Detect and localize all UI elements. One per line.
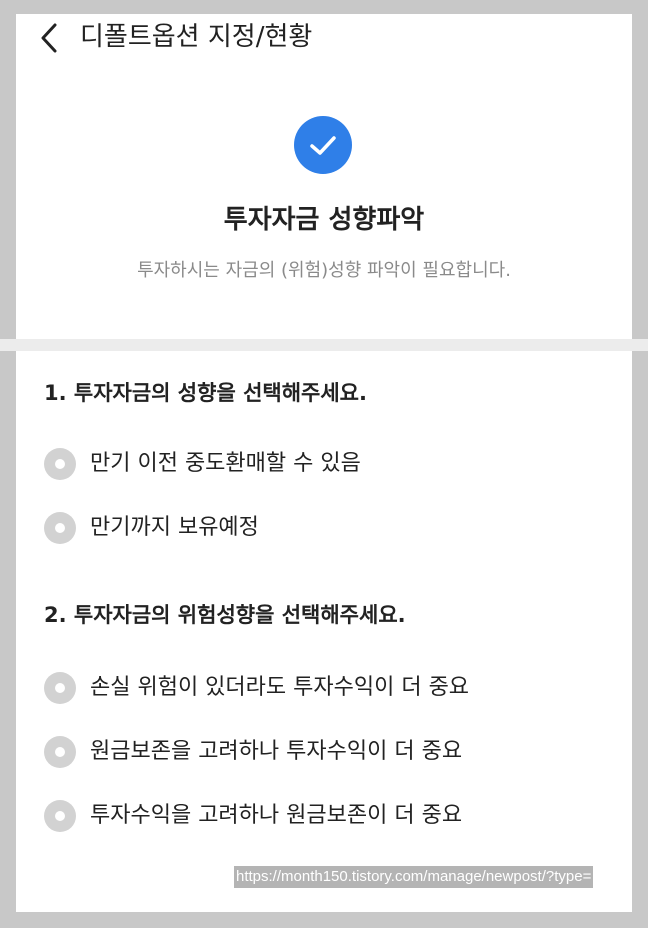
radio-option-label: 손실 위험이 있더라도 투자수익이 더 중요 (90, 675, 470, 700)
radio-unselected-icon[interactable] (44, 800, 76, 832)
radio-unselected-icon[interactable] (44, 512, 76, 544)
radio-option-principal-priority[interactable]: 투자수익을 고려하나 원금보존이 더 중요 (44, 798, 604, 834)
chevron-left-icon (41, 23, 57, 53)
radio-unselected-icon[interactable] (44, 736, 76, 768)
radio-option-return-priority[interactable]: 원금보존을 고려하나 투자수익이 더 중요 (44, 734, 604, 770)
app-screen: 디폴트옵션 지정/현황 투자자금 성향파악 투자하시는 자금의 (위험)성향 파… (0, 14, 648, 912)
radio-option-hold-to-maturity[interactable]: 만기까지 보유예정 (44, 510, 604, 546)
section-description: 투자하시는 자금의 (위험)성향 파악이 필요합니다. (137, 260, 511, 281)
radio-option-return-over-risk[interactable]: 손실 위험이 있더라도 투자수익이 더 중요 (44, 670, 604, 706)
top-navigation-bar: 디폴트옵션 지정/현황 (16, 14, 632, 60)
question-1-title: 1. 투자자금의 성향을 선택해주세요. (44, 381, 367, 405)
check-circle-icon (294, 116, 352, 174)
back-button[interactable] (36, 22, 64, 54)
section-divider (0, 339, 648, 351)
radio-option-early-redemption[interactable]: 만기 이전 중도환매할 수 있음 (44, 446, 604, 482)
radio-unselected-icon[interactable] (44, 672, 76, 704)
section-heading: 투자자금 성향파악 (223, 205, 425, 235)
question-2-title: 2. 투자자금의 위험성향을 선택해주세요. (44, 603, 406, 627)
radio-option-label: 만기 이전 중도환매할 수 있음 (90, 451, 361, 476)
radio-option-label: 투자수익을 고려하나 원금보존이 더 중요 (90, 803, 463, 828)
url-watermark: https://month150.tistory.com/manage/newp… (234, 866, 594, 888)
radio-option-label: 만기까지 보유예정 (90, 515, 259, 540)
page-title: 디폴트옵션 지정/현황 (80, 22, 313, 52)
radio-option-label: 원금보존을 고려하나 투자수익이 더 중요 (90, 739, 463, 764)
radio-unselected-icon[interactable] (44, 448, 76, 480)
